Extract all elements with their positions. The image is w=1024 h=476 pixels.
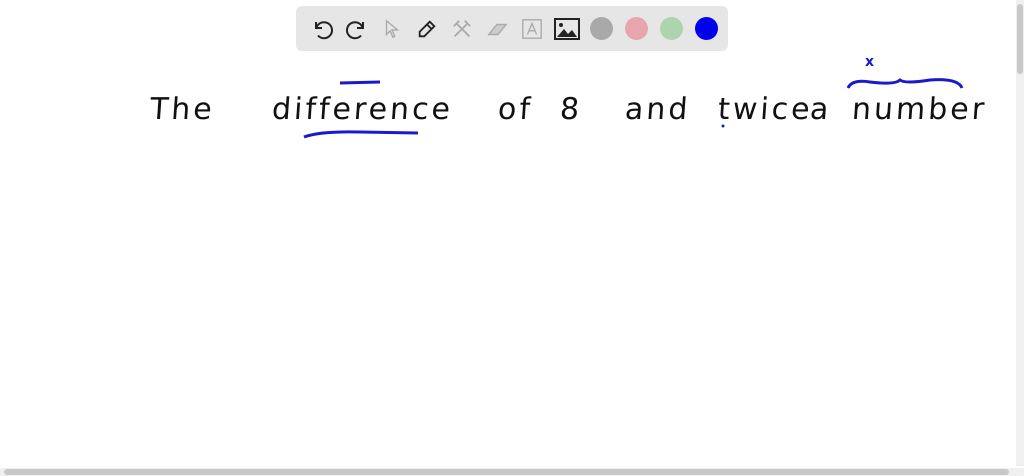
underline-mark xyxy=(303,130,419,139)
horizontal-scrollbar[interactable] xyxy=(0,468,1024,476)
horizontal-scroll-thumb[interactable] xyxy=(4,469,1009,475)
vertical-scrollbar[interactable] xyxy=(1016,0,1024,466)
vertical-scroll-thumb[interactable] xyxy=(1017,4,1023,74)
brace-mark xyxy=(846,77,964,89)
ink-annotations xyxy=(303,77,964,139)
dot-mark xyxy=(721,124,725,128)
overline-mark xyxy=(339,80,381,85)
